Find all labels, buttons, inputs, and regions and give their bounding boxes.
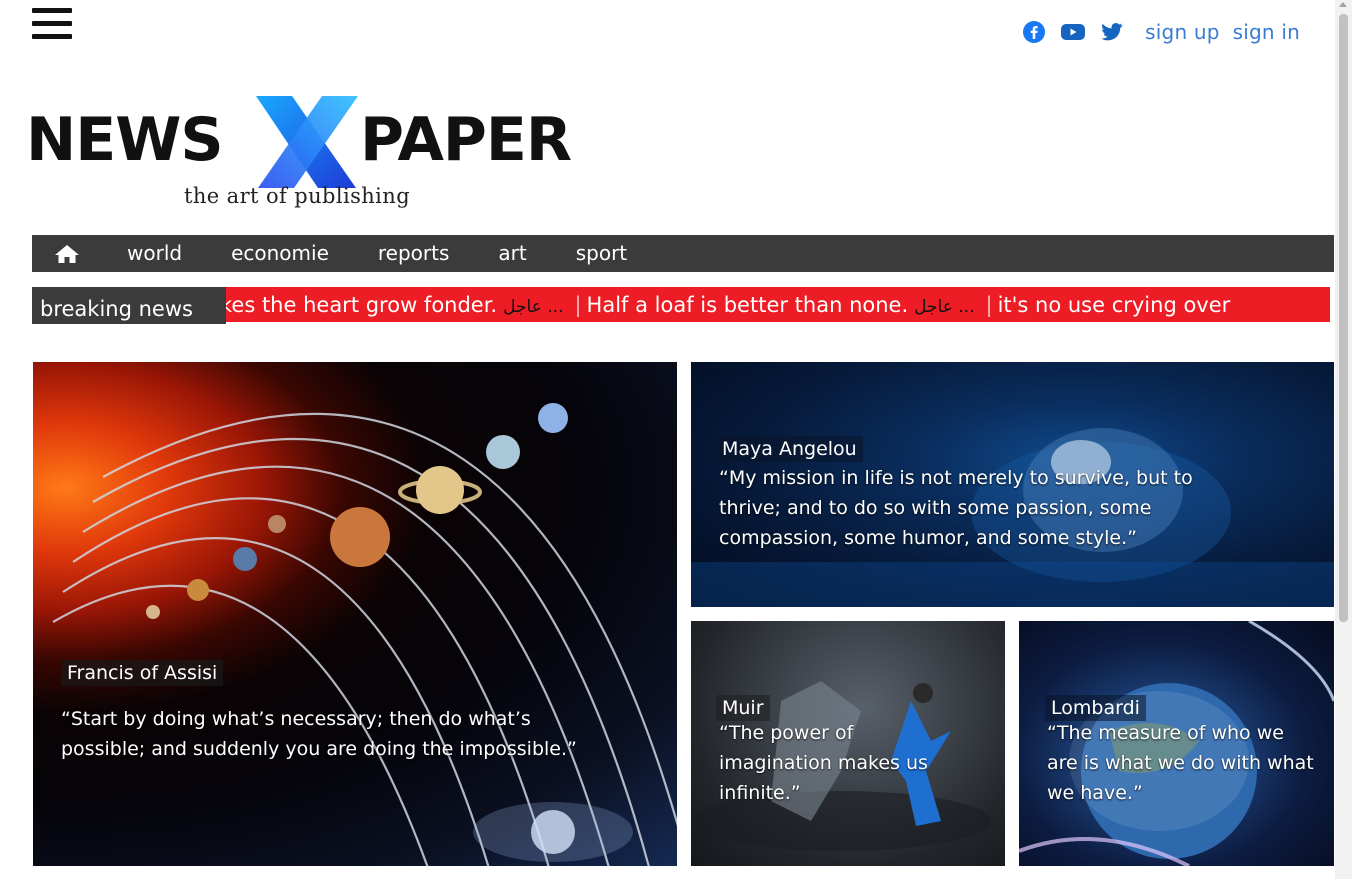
ticker-track: kes the heart grow fonder. عاجل ... | Half … [226,287,1230,322]
nav-item-world[interactable]: world [127,235,182,272]
site-logo[interactable]: NEWS PAPER the art of publishing [26,96,606,216]
quote-card-planet[interactable]: Lombardi “The measure of who we are is w… [1019,621,1334,866]
sign-up-link[interactable]: sign up [1145,20,1219,44]
quote-card-runner[interactable]: Muir “The power of imagination makes us … [691,621,1005,866]
top-right-bar: sign up sign in [1022,18,1300,46]
solar-system-image [52,403,677,866]
card-caption: Francis of Assisi [61,660,224,686]
quote-text: “The measure of who we are is what we do… [1047,722,1314,804]
menu-bar [32,34,72,39]
home-icon[interactable] [32,235,102,272]
logo-x-mark [256,96,358,188]
ticker-tag: عاجل ... [503,297,564,317]
youtube-icon[interactable] [1061,20,1086,44]
nav-item-economie[interactable]: economie [231,235,329,272]
menu-bar [32,8,72,13]
hamburger-menu-button[interactable] [32,8,74,42]
page-scrollbar[interactable] [1335,0,1352,879]
logo-word-news: NEWS [26,105,224,175]
logo-word-paper: PAPER [360,105,572,175]
facebook-icon[interactable] [1022,20,1046,44]
quote-card-solar-system[interactable]: Francis of Assisi “Start by doing what’s… [33,362,677,866]
ticker-separator: | [985,293,993,317]
ticker-tag: عاجل ... [914,297,975,317]
quote-text: “My mission in life is not merely to sur… [719,467,1193,549]
twitter-icon[interactable] [1100,20,1124,44]
nav-item-reports[interactable]: reports [378,235,450,272]
menu-bar [32,21,72,26]
nav-item-art[interactable]: art [498,235,526,272]
scroll-up-arrow-icon[interactable] [1339,2,1347,7]
quote-text: “Start by doing what’s necessary; then d… [61,708,577,760]
breaking-news-bar: breaking news kes the heart grow fonder.… [32,287,1334,324]
author-name: Francis of Assisi [61,660,224,686]
quote-card-water-drop[interactable]: Maya Angelou “My mission in life is not … [691,362,1334,607]
author-name: Maya Angelou [716,436,863,462]
breaking-news-label: breaking news [32,287,226,324]
ticker-item[interactable]: kes the heart grow fonder. [226,287,497,322]
quote-text: “The power of imagination makes us infin… [719,722,928,804]
scrollbar-thumb[interactable] [1339,14,1348,622]
logo-tagline: the art of publishing [184,184,411,208]
main-nav: world economie reports art sport [32,235,1334,272]
sign-in-link[interactable]: sign in [1233,20,1300,44]
nav-item-sport[interactable]: sport [576,235,627,272]
news-ticker[interactable]: kes the heart grow fonder. عاجل ... | Half … [226,287,1330,322]
ticker-item[interactable]: Half a loaf is better than none. [587,287,909,322]
ticker-separator: | [574,293,582,317]
card-caption: Maya Angelou [716,436,863,462]
ticker-item[interactable]: it's no use crying over [998,287,1231,322]
